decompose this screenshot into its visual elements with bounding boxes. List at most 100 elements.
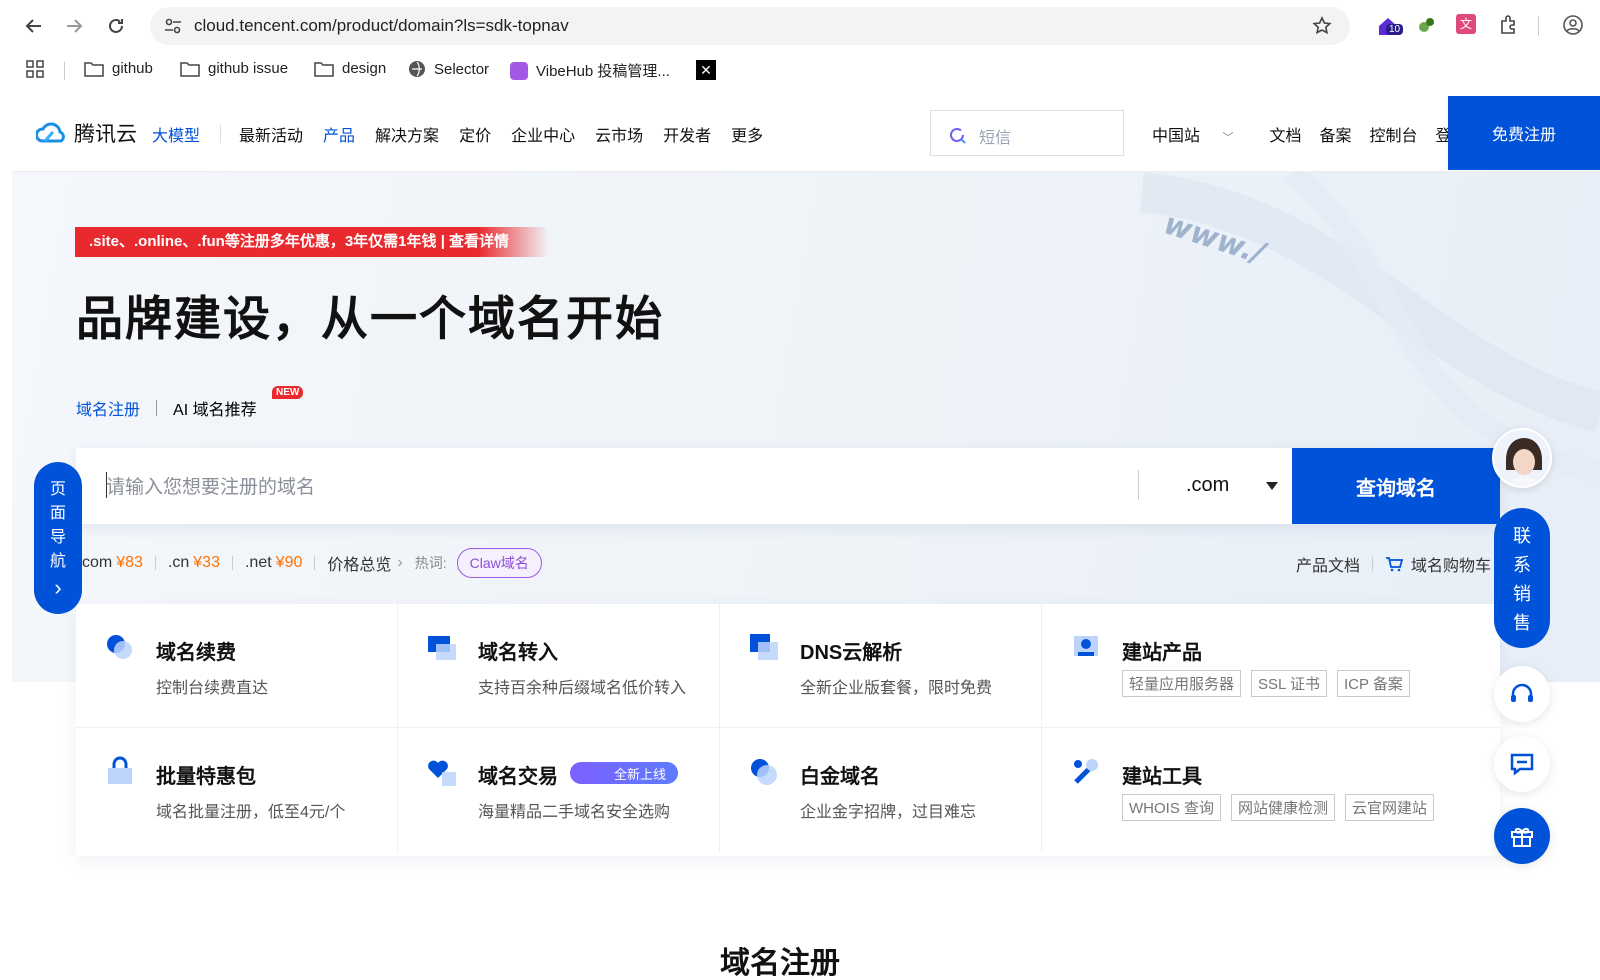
contact-char: 售 xyxy=(1513,613,1531,633)
tag-lighthouse[interactable]: 轻量应用服务器 xyxy=(1122,670,1242,697)
price-divider xyxy=(231,556,233,570)
search-icon xyxy=(950,127,966,144)
link-docs[interactable]: 文档 xyxy=(1269,122,1301,146)
page-nav-char: 航 xyxy=(49,553,66,570)
link-icp[interactable]: 备案 xyxy=(1319,122,1351,146)
page-content: www./ 腾讯云 大模型 最新活动 产品 解决方案 定价 企业中心 云市场 开… xyxy=(12,96,1600,980)
header-right-links: 中国站 ﹀ 文档 备案 控制台 登录 xyxy=(1152,122,1486,146)
profile-icon[interactable] xyxy=(1562,14,1586,38)
region-selector[interactable]: 中国站 ﹀ xyxy=(1152,122,1251,146)
grid-card-renew[interactable]: 域名续费 控制台续费直达 xyxy=(76,604,398,728)
tag-ssl[interactable]: SSL 证书 xyxy=(1251,670,1327,697)
bookmark-vibehub[interactable]: VibeHub 投稿管理... xyxy=(510,60,670,81)
headset-icon xyxy=(1511,683,1533,702)
grid-card-trade[interactable]: 域名交易 全新上线 海量精品二手域名安全选购 xyxy=(398,728,720,852)
bookmark-github[interactable]: github xyxy=(84,60,153,77)
tag-health-check[interactable]: 网站健康检测 xyxy=(1231,794,1336,821)
menu-item-more[interactable]: 更多 xyxy=(731,122,763,146)
bag-icon xyxy=(108,756,132,784)
menu-item-marketplace[interactable]: 云市场 xyxy=(595,122,643,146)
section-title: 域名注册 xyxy=(720,947,840,980)
tag-whois[interactable]: WHOIS 查询 xyxy=(1122,794,1221,821)
price-value: ¥83 xyxy=(116,554,143,571)
back-icon[interactable] xyxy=(20,12,48,40)
hotword-pill[interactable]: Claw域名 xyxy=(456,548,542,578)
reload-icon[interactable] xyxy=(102,12,130,40)
feedback-button[interactable] xyxy=(1494,736,1550,792)
gift-button[interactable] xyxy=(1494,808,1550,864)
domain-input[interactable]: 请输入您想要注册的域名 xyxy=(106,472,315,499)
menu-item-pricing[interactable]: 定价 xyxy=(459,122,491,146)
forward-icon[interactable] xyxy=(60,12,88,40)
site-settings-icon[interactable] xyxy=(164,18,182,34)
menu-item-enterprise[interactable]: 企业中心 xyxy=(511,122,575,146)
bookmark-label: Selector xyxy=(434,60,490,78)
contact-sales-button[interactable]: 联 系 销 售 xyxy=(1494,508,1550,648)
platinum-icon xyxy=(751,759,777,785)
bookmark-github-issue[interactable]: github issue xyxy=(180,60,288,77)
menu-item-products[interactable]: 产品 xyxy=(323,122,355,146)
bookmark-label: design xyxy=(342,60,387,77)
message-icon xyxy=(1510,753,1534,776)
tab-domain-register[interactable]: 域名注册 xyxy=(76,396,140,420)
tab-ai-recommend[interactable]: AI 域名推荐 xyxy=(173,396,257,420)
support-headset-button[interactable] xyxy=(1494,666,1550,722)
price-value: ¥33 xyxy=(193,554,220,571)
tag-icp[interactable]: ICP 备案 xyxy=(1336,670,1410,697)
grid-card-bulk[interactable]: 批量特惠包 域名批量注册，低至4元/个 xyxy=(76,728,398,852)
menu-item-activities[interactable]: 最新活动 xyxy=(239,122,303,146)
card-desc: 支持百余种后缀域名低价转入 xyxy=(478,680,687,697)
grid-card-platinum[interactable]: 白金域名 企业金字招牌，过目难忘 xyxy=(720,728,1042,852)
page-nav-char: 面 xyxy=(49,505,66,522)
tag-cloud-site[interactable]: 云官网建站 xyxy=(1345,794,1435,821)
site-product-icon xyxy=(1074,636,1098,656)
extensions-icon[interactable] xyxy=(1498,14,1522,38)
grid-card-transfer[interactable]: 域名转入 支持百余种后缀域名低价转入 xyxy=(398,604,720,728)
menu-item-llm[interactable]: 大模型 xyxy=(152,122,200,146)
grid-card-site-products[interactable]: 建站产品 轻量应用服务器 SSL 证书 ICP 备案 xyxy=(1042,604,1500,728)
extension-badge-icon[interactable]: 10 xyxy=(1376,14,1404,38)
query-domain-button[interactable]: 查询域名 xyxy=(1292,448,1500,524)
menu-item-solutions[interactable]: 解决方案 xyxy=(375,122,439,146)
bookmark-selector[interactable]: Selector xyxy=(408,60,489,78)
free-register-button[interactable]: 免费注册 xyxy=(1448,96,1600,170)
domain-cart-link[interactable]: 域名购物车 xyxy=(1411,552,1491,576)
apps-grid-icon[interactable] xyxy=(26,60,44,78)
tld-select[interactable]: .com xyxy=(1186,474,1229,497)
card-title: 建站产品 xyxy=(1122,642,1202,664)
price-row: com ¥83 .cn ¥33 .net ¥90 价格总览 › 热词: Claw域名 xyxy=(82,548,542,578)
dns-icon xyxy=(750,634,778,660)
new-badge: NEW xyxy=(272,386,304,399)
price-value: ¥90 xyxy=(275,554,303,571)
price-tld-net[interactable]: .net xyxy=(245,554,272,572)
extension-puzzle-green-icon[interactable] xyxy=(1416,14,1440,38)
services-grid: 域名续费 控制台续费直达 域名转入 支持百余种后缀域名低价转入 DNS云解析 全… xyxy=(76,604,1500,856)
cart-icon[interactable] xyxy=(1385,556,1404,572)
promo-banner[interactable]: .site、.online、.fun等注册多年优惠，3年仅需1年钱 | 查看详情 xyxy=(75,227,550,257)
card-desc: 全新企业版套餐，限时免费 xyxy=(800,680,993,697)
bookmark-star-icon[interactable] xyxy=(1312,16,1332,36)
dropdown-arrow-icon[interactable] xyxy=(1266,482,1278,490)
url-text: cloud.tencent.com/product/domain?ls=sdk-… xyxy=(194,16,569,35)
bookmark-x[interactable]: ✕ xyxy=(696,60,716,80)
product-docs-link[interactable]: 产品文档 xyxy=(1296,552,1360,576)
page-nav-button[interactable]: 页 面 导 航 › xyxy=(34,462,82,614)
globe-icon xyxy=(409,61,425,77)
card-desc: 海量精品二手域名安全选购 xyxy=(478,804,671,821)
link-console[interactable]: 控制台 xyxy=(1370,122,1418,146)
grid-card-site-tools[interactable]: 建站工具 WHOIS 查询 网站健康检测 云官网建站 xyxy=(1042,728,1500,852)
assistant-avatar[interactable] xyxy=(1492,428,1552,488)
region-label: 中国站 xyxy=(1152,128,1201,145)
card-desc: 控制台续费直达 xyxy=(156,680,269,697)
site-search-input[interactable]: 短信 xyxy=(930,110,1124,156)
bookmarks-bar: github github issue design Selector Vibe… xyxy=(0,50,1600,90)
price-tld-com[interactable]: com xyxy=(82,554,112,572)
price-overview-link[interactable]: 价格总览 xyxy=(327,551,391,575)
tencent-cloud-logo[interactable]: 腾讯云 xyxy=(36,118,137,148)
bookmark-design[interactable]: design xyxy=(314,60,386,77)
address-bar[interactable]: cloud.tencent.com/product/domain?ls=sdk-… xyxy=(150,7,1350,45)
extension-translate-icon[interactable]: 文 xyxy=(1456,14,1480,38)
menu-item-developers[interactable]: 开发者 xyxy=(663,122,711,146)
price-tld-cn[interactable]: .cn xyxy=(168,554,189,572)
grid-card-dns[interactable]: DNS云解析 全新企业版套餐，限时免费 xyxy=(720,604,1042,728)
